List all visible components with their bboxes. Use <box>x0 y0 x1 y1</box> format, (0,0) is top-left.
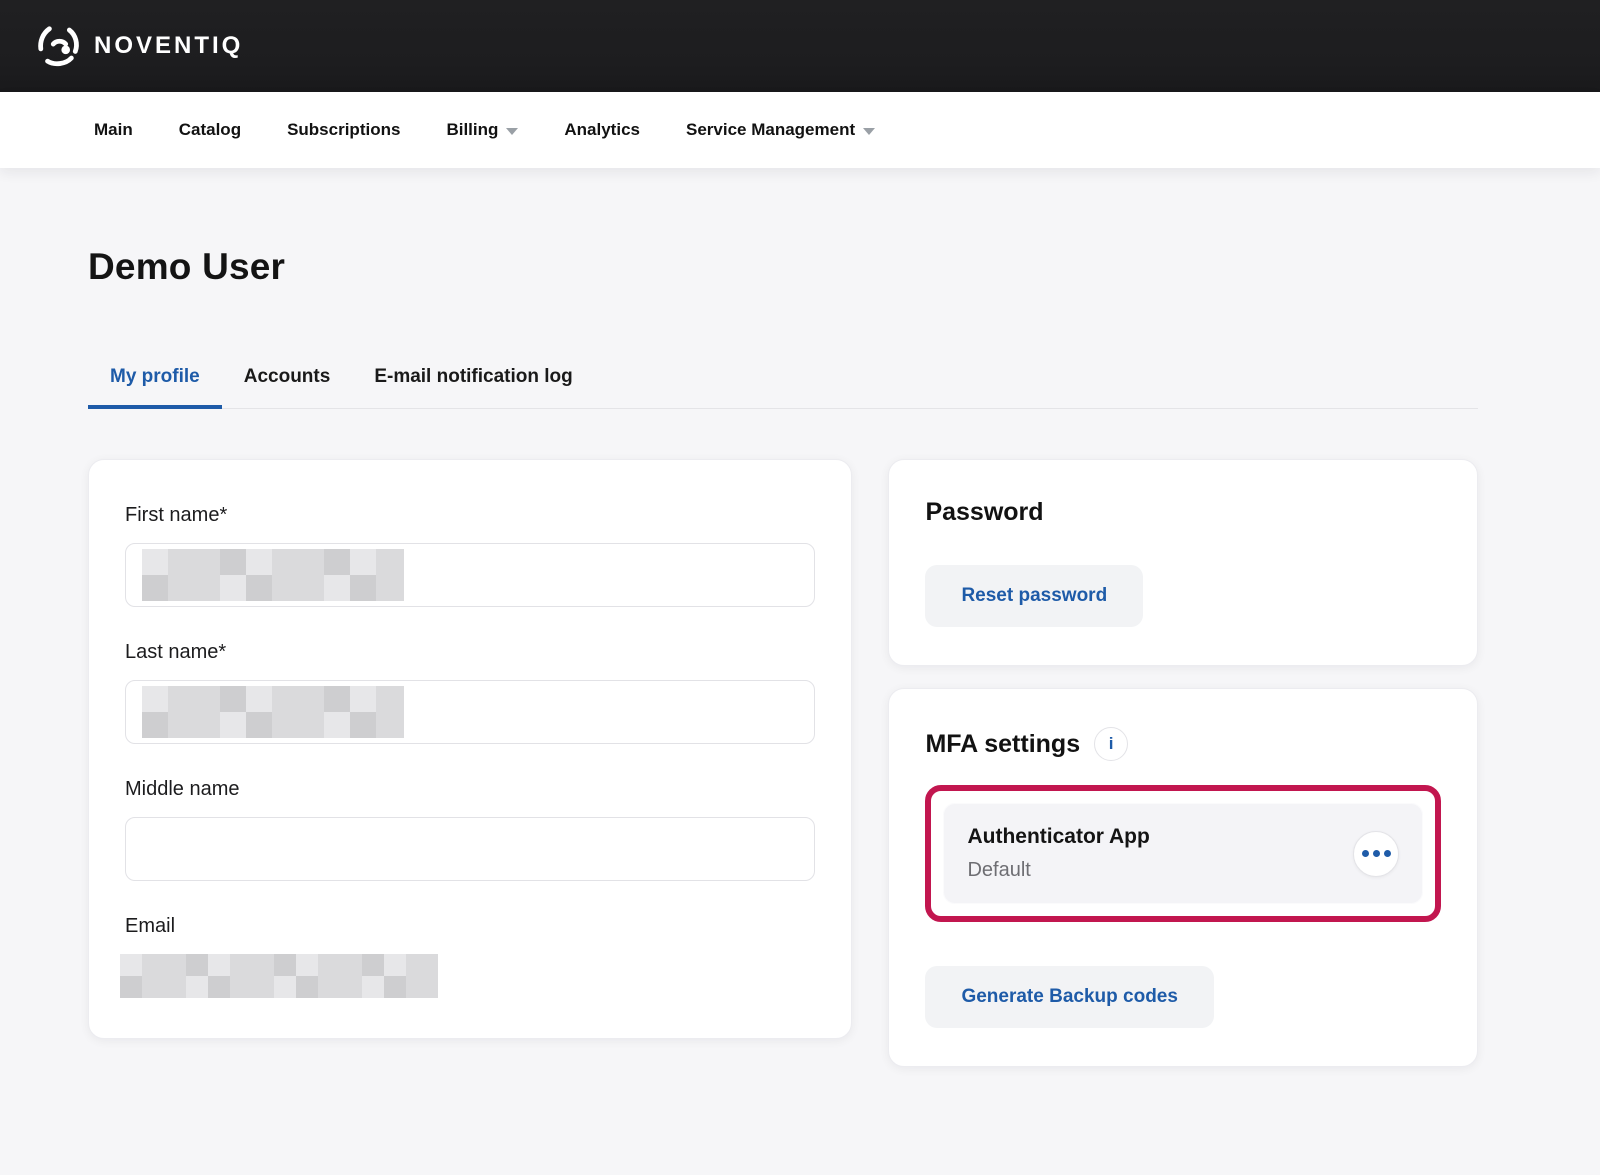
nav-item-subscriptions-label: Subscriptions <box>287 120 400 140</box>
generate-backup-codes-button[interactable]: Generate Backup codes <box>925 966 1213 1028</box>
middle-name-field-group: Middle name <box>125 778 815 881</box>
nav-item-main-label: Main <box>94 120 133 140</box>
reset-password-button[interactable]: Reset password <box>925 565 1143 627</box>
mfa-method-name: Authenticator App <box>967 825 1149 849</box>
nav-item-billing[interactable]: Billing <box>446 120 518 140</box>
main-nav: Main Catalog Subscriptions Billing Analy… <box>0 92 1600 168</box>
info-icon[interactable]: i <box>1094 727 1128 761</box>
first-name-input[interactable] <box>125 543 815 607</box>
tab-email-notification-log-label: E-mail notification log <box>374 366 572 387</box>
email-field-group: Email <box>125 915 815 998</box>
chevron-down-icon <box>506 128 518 135</box>
password-card: Password Reset password <box>888 459 1478 666</box>
middle-name-label: Middle name <box>125 778 815 801</box>
right-column: Password Reset password MFA settings i A… <box>888 459 1478 1067</box>
tab-my-profile[interactable]: My profile <box>88 354 222 408</box>
content-columns: First name* Last name* Middle name Email <box>88 459 1478 1067</box>
profile-tabs: My profile Accounts E-mail notification … <box>88 354 1478 409</box>
nav-item-service-management[interactable]: Service Management <box>686 120 875 140</box>
mfa-method-highlight-box: Authenticator App Default <box>925 785 1441 922</box>
redacted-last-name-value <box>142 686 404 738</box>
logo-wordmark: NOVENTIQ <box>94 32 243 60</box>
nav-item-main[interactable]: Main <box>94 120 133 140</box>
first-name-field-group: First name* <box>125 504 815 607</box>
nav-item-catalog-label: Catalog <box>179 120 241 140</box>
ellipsis-icon <box>1362 850 1369 857</box>
redacted-first-name-value <box>142 549 404 601</box>
middle-name-input[interactable] <box>125 817 815 881</box>
ellipsis-icon <box>1373 850 1380 857</box>
last-name-label: Last name* <box>125 641 815 664</box>
first-name-label: First name* <box>125 504 815 527</box>
noventiq-logo-icon <box>36 23 82 69</box>
page-title: Demo User <box>88 246 1478 288</box>
mfa-settings-header: MFA settings i <box>925 727 1441 761</box>
app-header: NOVENTIQ <box>0 0 1600 92</box>
mfa-method-options-button[interactable] <box>1353 831 1399 877</box>
nav-item-analytics[interactable]: Analytics <box>564 120 640 140</box>
profile-form-card: First name* Last name* Middle name Email <box>88 459 852 1039</box>
nav-item-analytics-label: Analytics <box>564 120 640 140</box>
noventiq-logo: NOVENTIQ <box>36 23 243 69</box>
chevron-down-icon <box>863 128 875 135</box>
page-content: Demo User My profile Accounts E-mail not… <box>0 246 1600 1067</box>
tab-email-notification-log[interactable]: E-mail notification log <box>352 354 594 408</box>
password-section-title: Password <box>925 498 1441 527</box>
nav-item-subscriptions[interactable]: Subscriptions <box>287 120 400 140</box>
mfa-method-texts: Authenticator App Default <box>967 825 1149 882</box>
mfa-method-status: Default <box>967 859 1149 882</box>
last-name-input[interactable] <box>125 680 815 744</box>
tab-accounts[interactable]: Accounts <box>222 354 353 408</box>
nav-item-service-management-label: Service Management <box>686 120 855 140</box>
mfa-settings-card: MFA settings i Authenticator App Default <box>888 688 1478 1067</box>
mfa-settings-title: MFA settings <box>925 730 1080 759</box>
redacted-email-value <box>120 954 438 998</box>
email-label: Email <box>125 915 815 938</box>
ellipsis-icon <box>1384 850 1391 857</box>
tab-accounts-label: Accounts <box>244 366 331 387</box>
nav-item-catalog[interactable]: Catalog <box>179 120 241 140</box>
last-name-field-group: Last name* <box>125 641 815 744</box>
mfa-method-item: Authenticator App Default <box>943 803 1423 904</box>
tab-my-profile-label: My profile <box>110 366 200 387</box>
nav-item-billing-label: Billing <box>446 120 498 140</box>
